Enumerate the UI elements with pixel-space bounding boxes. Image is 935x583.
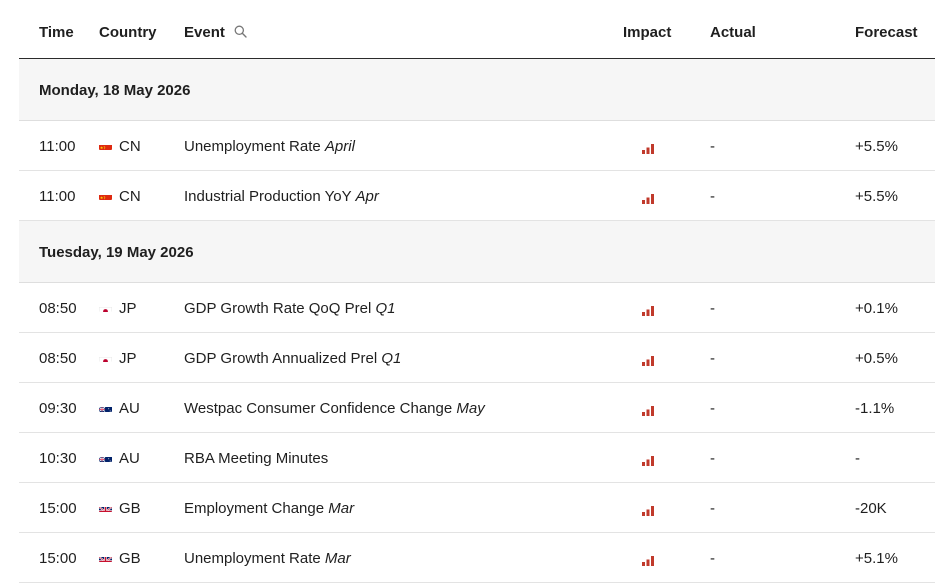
header-impact[interactable]: Impact (623, 24, 671, 41)
flag-au-icon (99, 453, 112, 462)
event-period: Mar (328, 500, 355, 517)
event-time: 11:00 (39, 188, 76, 205)
event-name[interactable]: GDP Growth Annualized Prel Q1 (184, 350, 401, 367)
header-actual[interactable]: Actual (710, 24, 756, 41)
impact-bars-icon (642, 141, 655, 154)
actual-value: - (710, 138, 715, 155)
event-title: Employment Change (184, 500, 325, 517)
impact-bars-icon (642, 353, 655, 366)
actual-value: - (710, 450, 715, 467)
header-time[interactable]: Time (39, 24, 74, 41)
event-time: 10:30 (39, 450, 77, 467)
event-row[interactable]: 08:50 JP GDP Growth Annualized Prel Q1 - +0.… (19, 333, 935, 383)
header-event[interactable]: Event (184, 24, 247, 41)
event-row[interactable]: 09:30 AU Westpac Consumer Confidence Chang… (19, 383, 935, 433)
country-code: JP (119, 350, 137, 367)
impact-bars-icon (642, 553, 655, 566)
event-name[interactable]: Westpac Consumer Confidence Change May (184, 400, 485, 417)
flag-jp-icon (99, 353, 112, 362)
flag-cn-icon (99, 141, 112, 150)
country-code: AU (119, 400, 140, 417)
forecast-value: -20K (855, 500, 887, 517)
event-row[interactable]: 10:30 AU RBA Meeting Minutes - - (19, 433, 935, 483)
flag-au-icon (99, 403, 112, 412)
country-code: CN (119, 138, 141, 155)
search-icon[interactable] (234, 25, 247, 38)
date-group-header: Tuesday, 19 May 2026 (19, 221, 935, 283)
header-forecast[interactable]: Forecast (855, 24, 918, 41)
economic-calendar-table: Time Country Event Impact Actual Forecas… (19, 0, 935, 583)
country-code: GB (119, 500, 141, 517)
event-name[interactable]: Unemployment Rate Mar (184, 550, 351, 567)
event-period: Apr (355, 188, 379, 205)
date-group-header: Monday, 18 May 2026 (19, 59, 935, 121)
impact-bars-icon (642, 303, 655, 316)
country-code: AU (119, 450, 140, 467)
event-row[interactable]: 11:00 CN Industrial Production YoY Apr - +5.… (19, 171, 935, 221)
actual-value: - (710, 500, 715, 517)
actual-value: - (710, 350, 715, 367)
event-row[interactable]: 15:00 GB Employment Change Mar - -20K (19, 483, 935, 533)
actual-value: - (710, 550, 715, 567)
event-name[interactable]: RBA Meeting Minutes (184, 450, 328, 467)
event-time: 15:00 (39, 500, 77, 517)
actual-value: - (710, 188, 715, 205)
event-title: Westpac Consumer Confidence Change (184, 400, 453, 417)
event-period: Mar (324, 550, 351, 567)
event-name[interactable]: Unemployment Rate April (184, 138, 355, 155)
event-title: Industrial Production YoY (184, 188, 352, 205)
impact-bars-icon (642, 453, 655, 466)
event-period: April (324, 138, 355, 155)
table-header: Time Country Event Impact Actual Forecas… (19, 0, 935, 59)
event-time: 11:00 (39, 138, 76, 155)
forecast-value: +5.5% (855, 188, 898, 205)
event-title: Unemployment Rate (184, 138, 321, 155)
impact-bars-icon (642, 191, 655, 204)
event-title: RBA Meeting Minutes (184, 450, 329, 467)
flag-gb-icon (99, 503, 112, 512)
event-period: Q1 (381, 350, 402, 367)
country-code: JP (119, 300, 137, 317)
impact-bars-icon (642, 503, 655, 516)
forecast-value: +0.1% (855, 300, 898, 317)
forecast-value: +0.5% (855, 350, 898, 367)
country-code: CN (119, 188, 141, 205)
event-time: 08:50 (39, 300, 77, 317)
forecast-value: +5.5% (855, 138, 898, 155)
date-label: Monday, 18 May 2026 (39, 82, 191, 99)
event-time: 15:00 (39, 550, 77, 567)
impact-bars-icon (642, 403, 655, 416)
event-period: May (456, 400, 485, 417)
event-time: 09:30 (39, 400, 77, 417)
event-title: Unemployment Rate (184, 550, 321, 567)
event-period: Q1 (375, 300, 396, 317)
flag-cn-icon (99, 191, 112, 200)
country-code: GB (119, 550, 141, 567)
event-row[interactable]: 15:00 GB Unemployment Rate Mar - +5.1% (19, 533, 935, 583)
forecast-value: +5.1% (855, 550, 898, 567)
table-body: Monday, 18 May 2026 11:00 CN Unemployment R… (19, 59, 935, 583)
header-country[interactable]: Country (99, 24, 157, 41)
event-title: GDP Growth Annualized Prel (184, 350, 378, 367)
event-name[interactable]: Employment Change Mar (184, 500, 354, 517)
actual-value: - (710, 400, 715, 417)
event-title: GDP Growth Rate QoQ Prel (184, 300, 372, 317)
actual-value: - (710, 300, 715, 317)
forecast-value: - (855, 450, 860, 467)
event-time: 08:50 (39, 350, 77, 367)
date-label: Tuesday, 19 May 2026 (39, 244, 194, 261)
event-row[interactable]: 11:00 CN Unemployment Rate April - +5.5% (19, 121, 935, 171)
event-name[interactable]: GDP Growth Rate QoQ Prel Q1 (184, 300, 395, 317)
flag-jp-icon (99, 303, 112, 312)
forecast-value: -1.1% (855, 400, 895, 417)
event-row[interactable]: 08:50 JP GDP Growth Rate QoQ Prel Q1 - +0.1% (19, 283, 935, 333)
event-name[interactable]: Industrial Production YoY Apr (184, 188, 379, 205)
header-event-label: Event (184, 24, 225, 41)
flag-gb-icon (99, 553, 112, 562)
